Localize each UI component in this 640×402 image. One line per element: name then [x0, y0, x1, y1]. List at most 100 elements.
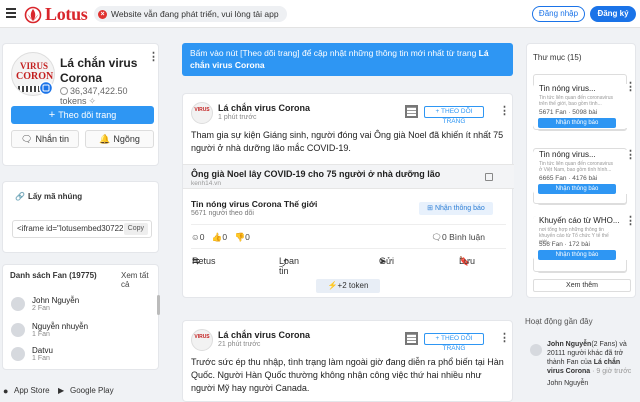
post-avatar-text: VIRUS: [194, 334, 210, 340]
directory-item-desc: Tin tức liên quan đến coronavirus trên t…: [539, 95, 614, 107]
qr-code-icon[interactable]: [405, 332, 418, 345]
lotus-logo[interactable]: Lotus: [24, 4, 88, 25]
fan-count: 1 Fan: [32, 331, 50, 338]
post-options-icon[interactable]: ⋮: [499, 333, 510, 344]
post-author-avatar[interactable]: VIRUS: [191, 102, 213, 124]
link-preview-source: kenh14.vn: [191, 180, 221, 187]
link-icon: 🔗: [15, 192, 25, 201]
directory-item-stats: 556 Fan · 172 bài: [539, 241, 590, 248]
directory-item-options-icon[interactable]: ⋮: [625, 150, 636, 161]
topic-name[interactable]: Tin nóng virus Corona Thế giới: [191, 199, 317, 209]
link-preview[interactable]: Ông già Noel lây COVID-19 cho 75 người ở…: [183, 164, 514, 189]
post-author-avatar[interactable]: VIRUS: [191, 329, 213, 351]
follow-page-small-label: THEO DÕI TRANG: [441, 108, 473, 125]
comment-count[interactable]: 🗨0 Bình luận: [431, 232, 485, 243]
react-count-1: 0: [199, 232, 205, 242]
directory-title: Thư mục (15): [533, 53, 582, 62]
notify-label: Nhận thông báo: [434, 205, 485, 212]
fan-avatar: [11, 297, 25, 311]
activity-text: John Nguyễn(2 Fans) và 20111 người khác …: [547, 340, 636, 376]
activity-user[interactable]: John Nguyễn: [547, 341, 591, 348]
directory-notify-button[interactable]: Nhận thông báo: [538, 184, 616, 194]
embed-code-field[interactable]: <iframe id="lotusembed30722 Copy: [12, 220, 152, 238]
directory-notify-button[interactable]: Nhận thông báo: [538, 118, 616, 128]
fan-avatar: [11, 323, 25, 337]
copy-button[interactable]: Copy: [123, 223, 148, 235]
recent-activity-title: Hoạt động gần đây: [525, 317, 593, 326]
sparkle-icon: ✧: [88, 96, 97, 106]
mute-label: Ngõng: [113, 134, 140, 144]
fan-item[interactable]: Nguyễn nhuyễn 1 Fan: [11, 321, 151, 341]
divider: [191, 248, 506, 249]
qr-code-icon[interactable]: [405, 105, 418, 118]
directory-item[interactable]: Tin nóng virus... Tin tức liên quan đến …: [533, 150, 631, 194]
post-author-name[interactable]: Lá chắn virus Corona: [218, 103, 310, 113]
message-button[interactable]: 🗨 Nhắn tin: [11, 130, 79, 148]
post-options-icon[interactable]: ⋮: [499, 106, 510, 117]
signup-button[interactable]: Đăng ký: [590, 6, 636, 22]
follow-page-button[interactable]: + Theo dõi trang: [11, 106, 154, 124]
see-all-fans-link[interactable]: Xem tất cả: [121, 271, 158, 289]
post-actions: ⇆ Retus ⤴ Loan tin ➤ Gửi 🔖 Lưu: [183, 256, 514, 276]
post-card: VIRUS Lá chắn virus Corona 1 phút trước …: [182, 93, 514, 298]
mute-button[interactable]: 🔔 Ngõng: [85, 130, 154, 148]
activity-avatar: [530, 344, 542, 356]
directory-notify-button[interactable]: Nhận thông báo: [538, 250, 616, 260]
activity-next-user[interactable]: John Nguyễn: [547, 379, 636, 388]
topic-follower-count: 5671 người theo dõi: [191, 210, 254, 217]
embed-card: 🔗 Lấy mã nhúng <iframe id="lotusembed3072…: [2, 181, 159, 253]
post-author-name[interactable]: Lá chắn virus Corona: [218, 330, 310, 340]
token-reward-button[interactable]: ⚡+2 token: [316, 279, 380, 293]
divider: [191, 224, 506, 225]
external-link-icon: [485, 173, 493, 181]
post-time: 1 phút trước: [218, 114, 257, 121]
react-count-3: 0: [245, 232, 250, 242]
top-bar: Lotus × Website vẫn đang phát triển, vui…: [0, 0, 640, 28]
post-text: Tham gia sự kiện Giáng sinh, người đóng …: [191, 130, 504, 153]
retus-label: Retus: [192, 256, 216, 266]
chat-icon: 🗨: [21, 134, 33, 144]
google-play-icon: ▶: [58, 386, 65, 395]
notify-button[interactable]: ⊞ Nhận thông báo: [419, 202, 493, 215]
fan-list-title: Danh sách Fan (19775): [10, 271, 97, 280]
app-store-link[interactable]: App Store: [14, 386, 50, 395]
thumbs-down-icon[interactable]: 👎: [235, 232, 246, 242]
directory-item-options-icon[interactable]: ⋮: [625, 216, 636, 227]
smile-icon[interactable]: ☺: [191, 232, 200, 242]
plus-icon: +: [48, 109, 56, 121]
activity-time: · 9 giờ trước: [590, 368, 632, 375]
follow-info-text: Bấm vào nút [Theo dõi trang] để cập nhật…: [190, 48, 479, 58]
directory-item-name: Tin nóng virus...: [539, 84, 596, 93]
recent-activity-item[interactable]: John Nguyễn(2 Fans) và 20111 người khác …: [530, 340, 636, 388]
post-avatar-text: VIRUS: [194, 107, 210, 113]
directory-item[interactable]: Tin nóng virus... Tin tức liên quan đến …: [533, 84, 631, 128]
close-icon[interactable]: ×: [98, 9, 107, 19]
more-options-icon[interactable]: ⋮: [148, 52, 159, 63]
directory-item[interactable]: Khuyến cáo từ WHO... nơi tổng hợp những …: [533, 216, 631, 260]
embed-title-text: Lấy mã nhúng: [27, 192, 83, 201]
send-label: Gửi: [379, 256, 395, 266]
token-icon: [60, 87, 68, 95]
message-label: Nhắn tin: [35, 134, 69, 144]
thumbs-up-icon[interactable]: 👍: [212, 232, 223, 242]
directory-item-name: Tin nóng virus...: [539, 150, 596, 159]
directory-item-options-icon[interactable]: ⋮: [625, 82, 636, 93]
share-label: Loan tin: [279, 256, 300, 276]
directory-item-stats: 5671 Fan · 5098 bài: [539, 109, 598, 116]
react-count-2: 0: [222, 232, 228, 242]
directory-item-desc: Tin tức liên quan đến coronavirus ở Việt…: [539, 161, 614, 173]
menu-icon[interactable]: [6, 8, 16, 20]
page-tokens: 36,347,422.50 tokens ✧: [60, 86, 158, 107]
fan-count: 2 Fan: [32, 305, 50, 312]
fan-list-scrollbar[interactable]: [157, 295, 160, 315]
follow-page-small-button[interactable]: + THEO DÕI TRANG: [424, 333, 484, 352]
token-reward-label: +2 token: [337, 281, 369, 290]
follow-page-small-button[interactable]: + THEO DÕI TRANG: [424, 106, 484, 125]
follow-info-banner: Bấm vào nút [Theo dõi trang] để cập nhật…: [182, 43, 513, 76]
fan-item[interactable]: Datvu 1 Fan: [11, 345, 151, 365]
google-play-link[interactable]: Google Play: [70, 386, 114, 395]
see-more-button[interactable]: Xem thêm: [533, 279, 631, 292]
login-button[interactable]: Đăng nhập: [532, 6, 585, 22]
fan-item[interactable]: John Nguyễn 2 Fan: [11, 295, 151, 315]
directory-item-name: Khuyến cáo từ WHO...: [539, 216, 620, 225]
